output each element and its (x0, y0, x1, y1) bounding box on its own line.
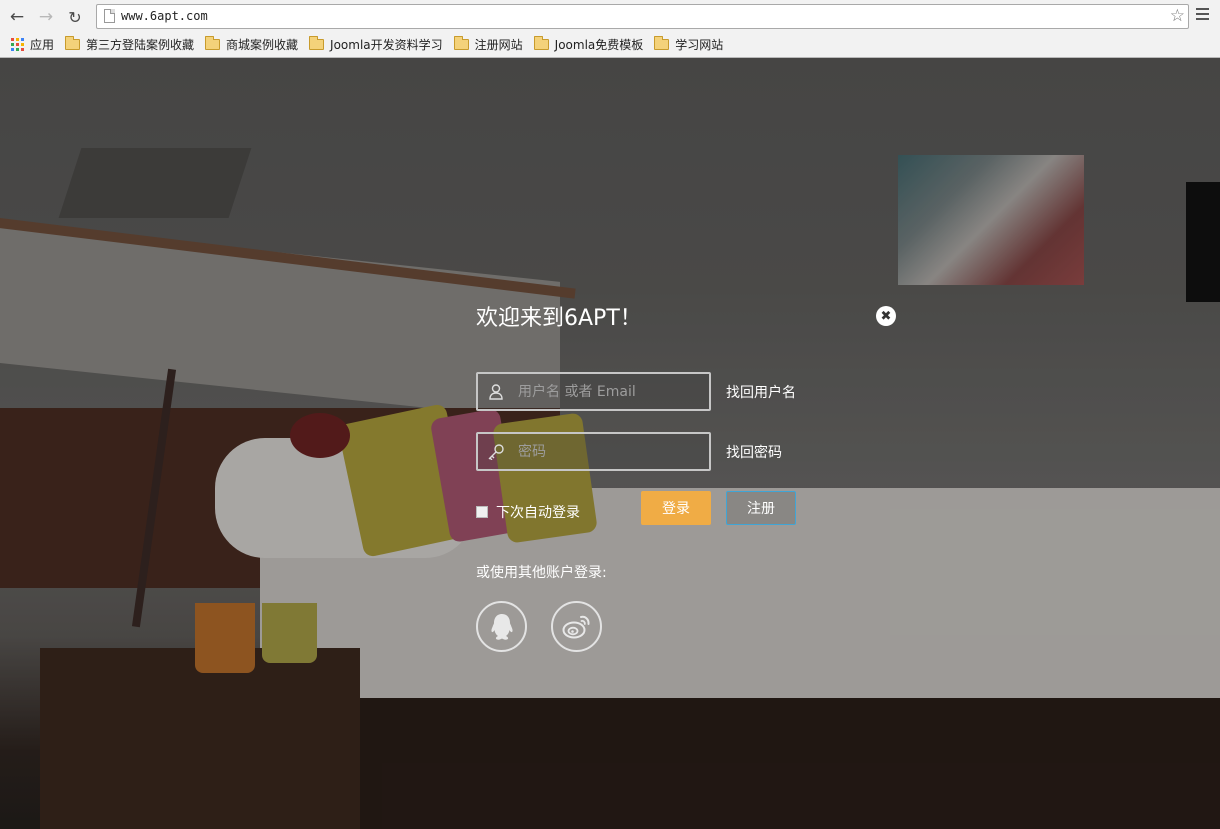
apps-grid-icon (11, 37, 24, 51)
bookmark-apps[interactable]: 应用 (8, 34, 59, 54)
weibo-icon (562, 615, 590, 638)
bookmark-folder[interactable]: 注册网站 (451, 34, 528, 54)
bookmark-label: 学习网站 (675, 37, 724, 52)
close-icon[interactable]: ✖ (876, 306, 896, 326)
weibo-login-button[interactable] (551, 601, 602, 652)
key-icon (478, 434, 514, 469)
bookmark-folder[interactable]: 商城案例收藏 (202, 34, 303, 54)
bookmark-label: 商城案例收藏 (226, 37, 299, 52)
bookmark-folder[interactable]: 第三方登陆案例收藏 (62, 34, 199, 54)
folder-icon (65, 35, 81, 50)
modal-title: 欢迎来到6APT！ (476, 306, 642, 331)
forward-arrow-icon[interactable]: → (35, 6, 57, 28)
remember-checkbox[interactable] (476, 506, 488, 518)
bookmark-label: Joomla开发资料学习 (330, 37, 443, 52)
password-field[interactable] (476, 432, 711, 471)
url-text[interactable]: www.6apt.com (121, 9, 208, 23)
qq-login-button[interactable] (476, 601, 527, 652)
folder-icon (654, 35, 670, 50)
username-input[interactable] (514, 375, 709, 408)
folder-icon (533, 35, 549, 50)
back-arrow-icon[interactable]: ← (6, 6, 28, 28)
username-field[interactable] (476, 372, 711, 411)
remember-me[interactable]: 下次自动登录 (476, 502, 580, 522)
reload-icon[interactable]: ↻ (64, 6, 86, 28)
login-button[interactable]: 登录 (641, 491, 711, 525)
bookmark-label: Joomla免费模板 (554, 37, 644, 52)
bookmarks-bar: 应用 第三方登陆案例收藏 商城案例收藏 Joomla开发资料学习 注册网站 Jo… (0, 33, 1220, 55)
other-login-label: 或使用其他账户登录: (476, 565, 607, 581)
browser-chrome: ← → ↻ www.6apt.com ☆ 应用 第三方登陆案例收藏 商城案例收藏 (0, 0, 1220, 58)
remember-label: 下次自动登录 (496, 505, 580, 521)
bookmark-folder[interactable]: 学习网站 (651, 34, 728, 54)
bookmark-label: 第三方登陆案例收藏 (86, 37, 195, 52)
address-bar[interactable]: www.6apt.com ☆ (96, 4, 1189, 29)
bookmark-label: 应用 (30, 37, 55, 52)
folder-icon (205, 35, 221, 50)
folder-icon (453, 35, 469, 50)
register-button[interactable]: 注册 (726, 491, 796, 525)
qq-icon (490, 613, 513, 640)
user-icon (478, 374, 514, 409)
page-icon (104, 9, 115, 23)
folder-icon (309, 35, 325, 50)
bookmark-folder[interactable]: Joomla开发资料学习 (306, 34, 448, 54)
bookmark-star-icon[interactable]: ☆ (1170, 6, 1185, 26)
menu-icon[interactable] (1196, 8, 1210, 22)
bookmark-label: 注册网站 (474, 37, 523, 52)
find-username-link[interactable]: 找回用户名 (726, 382, 796, 402)
bookmark-folder[interactable]: Joomla免费模板 (531, 34, 649, 54)
find-password-link[interactable]: 找回密码 (726, 442, 782, 462)
browser-toolbar: ← → ↻ www.6apt.com ☆ (0, 0, 1220, 33)
login-modal: 欢迎来到6APT！ ✖ 找回用户名 找回密码 下次自动登录 登录 注册 或使用其… (476, 300, 896, 660)
password-input[interactable] (514, 435, 709, 468)
